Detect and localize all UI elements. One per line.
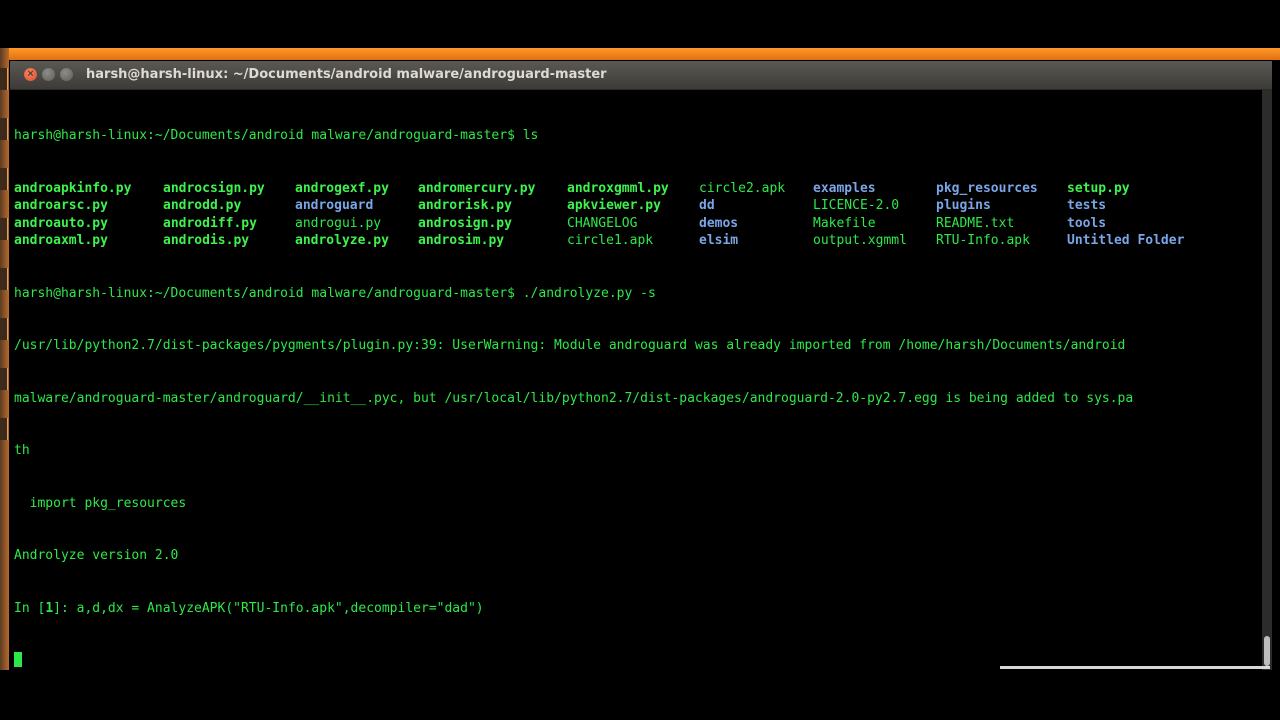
window-title: harsh@harsh-linux: ~/Documents/android m… bbox=[86, 67, 607, 82]
ls-entry: circle2.apk bbox=[699, 180, 786, 196]
ls-entry: dd bbox=[699, 198, 715, 213]
terminal-scrollbar[interactable] bbox=[1262, 90, 1272, 670]
ls-output: androapkinfo.py androcsign.py androgexf.py… bbox=[14, 180, 1184, 250]
ls-entry: androguard bbox=[295, 198, 374, 213]
launcher-item[interactable] bbox=[0, 368, 8, 390]
ls-entry: androaxml.py bbox=[14, 233, 108, 248]
unity-launcher[interactable] bbox=[0, 48, 9, 670]
launcher-item[interactable] bbox=[0, 218, 8, 240]
terminal-output[interactable]: harsh@harsh-linux:~/Documents/android ma… bbox=[10, 90, 1262, 670]
desktop-background bbox=[9, 48, 1280, 60]
ls-entry: apkviewer.py bbox=[567, 198, 661, 213]
ls-row: androarsc.py androdd.py androguard androris… bbox=[14, 197, 1133, 215]
ls-row: androapkinfo.py androcsign.py androgexf.py… bbox=[14, 180, 1133, 198]
ls-entry: androxgmml.py bbox=[567, 180, 669, 196]
minimize-button[interactable] bbox=[42, 68, 55, 81]
ls-entry: androsign.py bbox=[418, 215, 512, 231]
ls-entry: androgexf.py bbox=[295, 180, 389, 196]
scrollbar-thumb[interactable] bbox=[1264, 636, 1270, 666]
launcher-item[interactable] bbox=[0, 168, 8, 190]
warning-line: malware/androguard-master/androguard/__i… bbox=[14, 390, 1134, 406]
ls-entry: output.xgmml bbox=[813, 233, 907, 248]
input-command: ]: a,d,dx = AnalyzeAPK("RTU-Info.apk",de… bbox=[53, 600, 484, 616]
ls-entry: androlyze.py bbox=[295, 233, 389, 248]
ls-entry: androarsc.py bbox=[14, 198, 108, 213]
close-button[interactable]: × bbox=[24, 68, 37, 81]
ls-entry: androcsign.py bbox=[163, 180, 265, 196]
ls-entry: plugins bbox=[936, 198, 991, 213]
warning-line: th bbox=[14, 443, 30, 458]
ls-entry: androsim.py bbox=[418, 233, 505, 248]
input-line: In [1]: a,d,dx = AnalyzeAPK("RTU-Info.ap… bbox=[14, 600, 1133, 618]
terminal-window[interactable]: × harsh@harsh-linux: ~/Documents/android… bbox=[10, 61, 1272, 670]
ls-entry: andromercury.py bbox=[418, 180, 536, 196]
ls-entry: tests bbox=[1067, 198, 1107, 213]
prompt-line: harsh@harsh-linux:~/Documents/android ma… bbox=[14, 285, 656, 301]
ls-entry: README.txt bbox=[936, 215, 1015, 231]
ls-entry: pkg_resources bbox=[936, 180, 1038, 196]
ls-entry: CHANGELOG bbox=[567, 215, 638, 231]
version-line: Androlyze version 2.0 bbox=[14, 548, 179, 563]
ls-entry: elsim bbox=[699, 233, 739, 248]
window-titlebar[interactable]: × harsh@harsh-linux: ~/Documents/android… bbox=[10, 61, 1272, 90]
text-cursor bbox=[14, 652, 22, 667]
ls-entry: androdd.py bbox=[163, 198, 242, 213]
cursor-line[interactable] bbox=[14, 652, 1133, 670]
launcher-item[interactable] bbox=[0, 318, 8, 340]
letterbox-top bbox=[0, 0, 1280, 48]
ls-entry: androdis.py bbox=[163, 233, 250, 248]
ls-entry: LICENCE-2.0 bbox=[813, 198, 900, 213]
ls-row: androauto.py androdiff.py androgui.py andro… bbox=[14, 215, 1133, 233]
import-line: import pkg_resources bbox=[14, 495, 187, 511]
ls-entry: examples bbox=[813, 180, 876, 196]
ls-entry: tools bbox=[1067, 215, 1107, 231]
launcher-item[interactable] bbox=[0, 68, 8, 90]
launcher-item[interactable] bbox=[0, 118, 8, 140]
ls-entry: androapkinfo.py bbox=[14, 180, 132, 196]
ls-entry: setup.py bbox=[1067, 180, 1130, 196]
input-number: 1 bbox=[45, 600, 54, 616]
launcher-item[interactable] bbox=[0, 268, 8, 290]
ls-row: androaxml.py androdis.py androlyze.py andro… bbox=[14, 232, 1184, 250]
prompt-line: harsh@harsh-linux:~/Documents/android ma… bbox=[14, 128, 539, 143]
ls-entry: circle1.apk bbox=[567, 233, 654, 248]
letterbox-bottom bbox=[0, 670, 1280, 720]
window-edge bbox=[1000, 666, 1270, 669]
maximize-button[interactable] bbox=[60, 68, 73, 81]
warning-line: /usr/lib/python2.7/dist-packages/pygment… bbox=[14, 338, 1126, 353]
close-icon: × bbox=[26, 69, 35, 79]
ls-entry: RTU-Info.apk bbox=[936, 233, 1030, 248]
ls-entry: demos bbox=[699, 215, 739, 231]
ls-entry: androrisk.py bbox=[418, 198, 512, 213]
ls-entry: androgui.py bbox=[295, 215, 382, 231]
launcher-item[interactable] bbox=[0, 418, 8, 440]
ls-entry: Makefile bbox=[813, 215, 876, 231]
ls-entry: androauto.py bbox=[14, 215, 108, 231]
ls-entry: Untitled Folder bbox=[1067, 233, 1185, 248]
input-prefix: In [ bbox=[14, 600, 46, 616]
ls-entry: androdiff.py bbox=[163, 215, 257, 231]
